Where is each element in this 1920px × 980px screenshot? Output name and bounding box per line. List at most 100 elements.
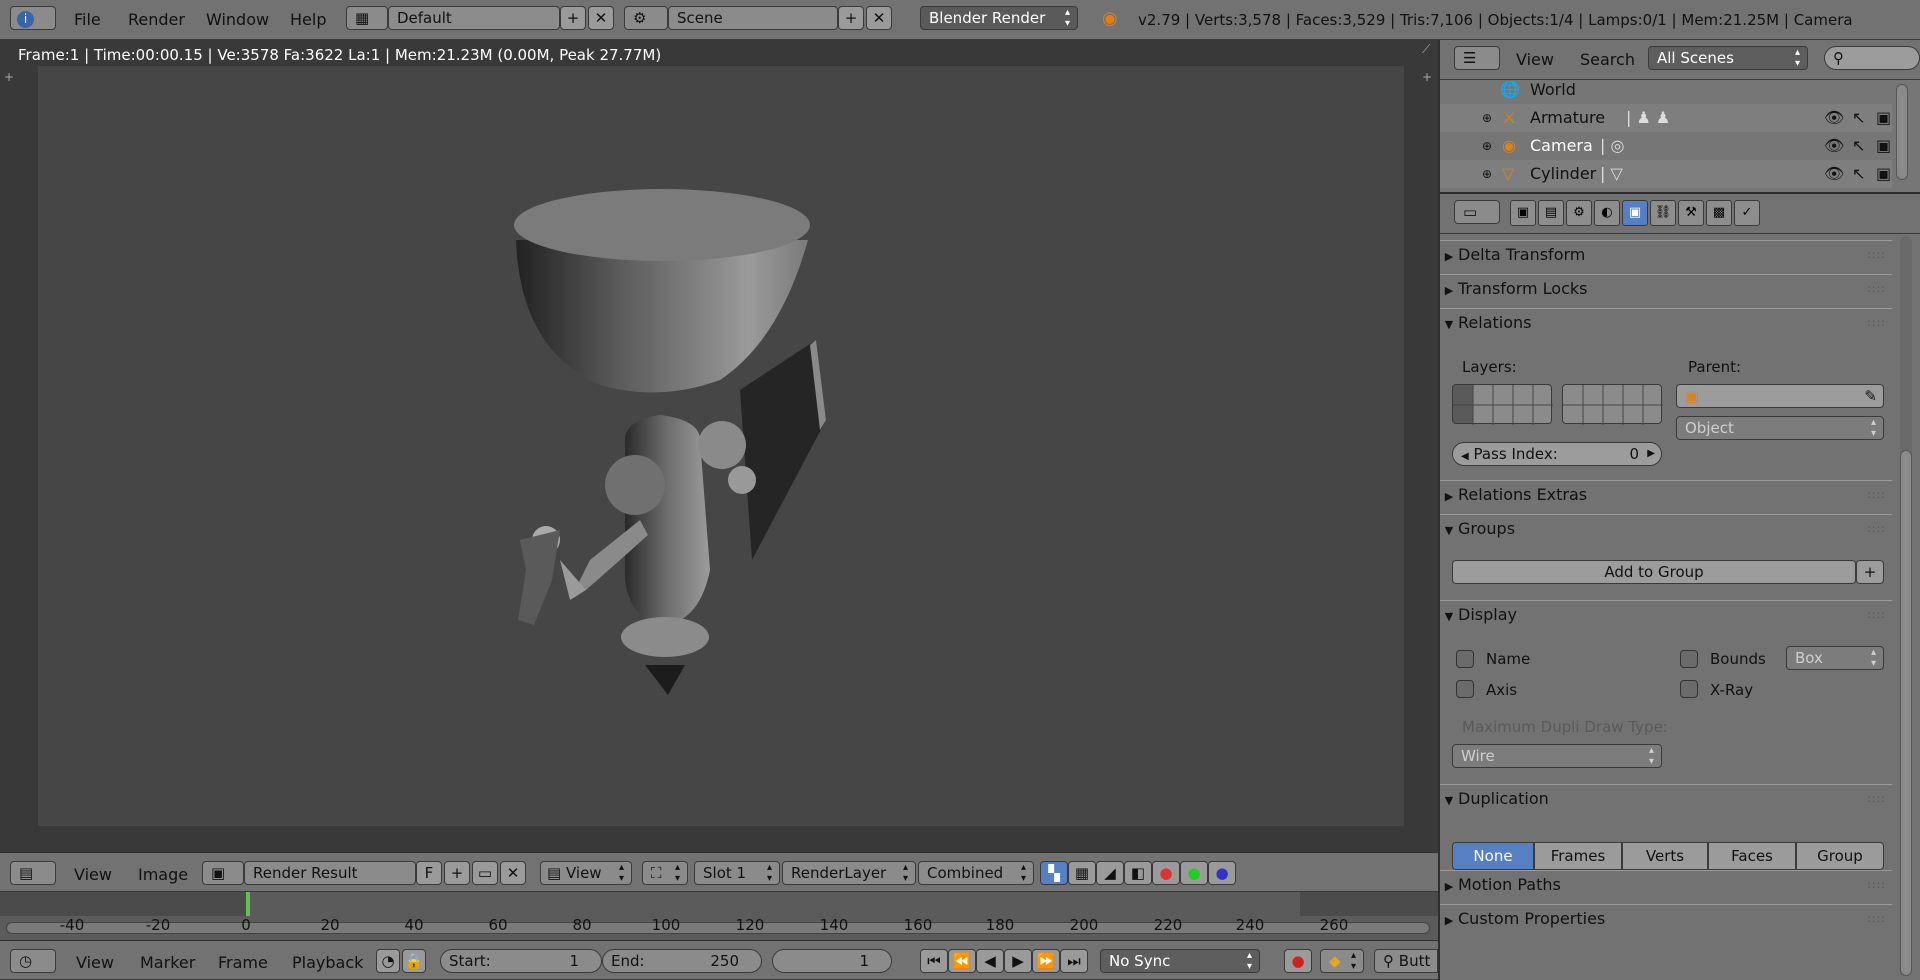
render-pass-select[interactable]: Combined (918, 861, 1034, 885)
image-name[interactable]: Render Result (244, 861, 416, 885)
cursor-icon[interactable]: ↖ (1852, 160, 1865, 188)
parent-type-select[interactable]: Object (1676, 416, 1884, 440)
camera-render-icon[interactable]: ▣ (1876, 104, 1891, 132)
expand-icon[interactable]: ⊕ (1482, 104, 1492, 132)
display-mode-select[interactable]: ⛶ (642, 861, 688, 885)
cursor-icon[interactable]: ↖ (1852, 104, 1865, 132)
slot-select[interactable]: Slot 1 (694, 861, 780, 885)
sync-mode-select[interactable]: No Sync (1100, 949, 1260, 973)
start-frame-field[interactable]: Start: 1 (440, 949, 602, 973)
add-scene-icon[interactable]: + (838, 6, 864, 30)
menu-file[interactable]: File (74, 10, 101, 29)
dupli-tab-group[interactable]: Group (1796, 842, 1884, 870)
bounds-checkbox[interactable] (1680, 650, 1698, 668)
add-screen-icon[interactable]: + (560, 6, 586, 30)
expand-icon[interactable]: ⊕ (1482, 160, 1492, 188)
camera-render-icon[interactable]: ▣ (1876, 160, 1891, 188)
current-frame-field[interactable]: 1 (772, 949, 892, 973)
open-image-icon[interactable]: ▭ (472, 861, 498, 885)
jump-end-icon[interactable]: ⏭ (1060, 949, 1088, 973)
eye-icon[interactable]: 👁 (1824, 160, 1844, 188)
current-frame-marker[interactable] (246, 892, 250, 916)
drag-handle-icon[interactable]: :::: (1867, 309, 1886, 337)
drag-handle-icon[interactable]: :::: (1867, 871, 1886, 899)
menu-help[interactable]: Help (290, 10, 326, 29)
region-plus-left-icon[interactable]: + (4, 70, 14, 84)
name-checkbox[interactable] (1456, 650, 1474, 668)
menu-window[interactable]: Window (206, 10, 269, 29)
texture-tab-icon[interactable]: ▩ (1706, 200, 1732, 226)
constraints-tab-icon[interactable]: ⛓ (1650, 200, 1676, 226)
menu-search[interactable]: Search (1580, 50, 1635, 69)
drag-handle-icon[interactable]: :::: (1867, 241, 1886, 269)
preview-range-icon[interactable]: ◔ (376, 949, 400, 973)
play-icon[interactable]: ▶ (1004, 949, 1032, 973)
keying-icon[interactable]: ◆ (1320, 949, 1364, 973)
jump-start-icon[interactable]: ⏮ (920, 949, 948, 973)
layers-grid-right[interactable] (1562, 384, 1663, 425)
overlay-icon[interactable]: ◧ (1124, 861, 1152, 885)
scene-browse[interactable]: ⚙ (624, 6, 668, 30)
screen-layout-name[interactable]: Default (388, 6, 560, 30)
outliner-item-camera[interactable]: ⊕ ◉ Camera | ◎ 👁 ↖ ▣ (1440, 132, 1892, 160)
cursor-icon[interactable]: ↖ (1852, 132, 1865, 160)
outliner-search-input[interactable]: ⚲ (1824, 46, 1920, 70)
editor-type-info[interactable]: i (10, 6, 56, 30)
menu-frame[interactable]: Frame (218, 953, 268, 972)
menu-view[interactable]: View (76, 953, 114, 972)
fake-user-button[interactable]: F (416, 861, 442, 885)
parent-field[interactable]: ▣ ✎ (1676, 384, 1884, 408)
menu-marker[interactable]: Marker (140, 953, 195, 972)
area-corner-icon[interactable]: ⟋ (1422, 42, 1430, 57)
panel-relations[interactable]: ▼ Relations:::: (1440, 308, 1892, 338)
editor-type-image[interactable]: ▤ (10, 861, 56, 885)
image-browse[interactable]: ▣ (202, 861, 244, 885)
timeline-scrollbar[interactable] (6, 922, 1430, 934)
menu-render[interactable]: Render (128, 10, 185, 29)
panel-motion-paths[interactable]: ▶ Motion Paths:::: (1440, 870, 1892, 900)
render-engine-select[interactable]: Blender Render (920, 6, 1078, 30)
panel-duplication[interactable]: ▼ Duplication:::: (1440, 784, 1892, 814)
layers-grid-left[interactable] (1452, 384, 1553, 425)
blue-channel-icon[interactable]: ● (1208, 861, 1236, 885)
lock-icon[interactable]: 🔒 (402, 949, 426, 973)
dupli-draw-type-select[interactable]: Wire (1452, 744, 1662, 768)
jump-keyframe-back-icon[interactable]: ⏪ (948, 949, 976, 973)
delete-scene-icon[interactable]: ✕ (866, 6, 892, 30)
menu-view[interactable]: View (1516, 50, 1554, 69)
image-viewport[interactable]: Frame:1 | Time:00:00.15 | Ve:3578 Fa:362… (0, 40, 1438, 852)
eye-icon[interactable]: 👁 (1824, 104, 1844, 132)
object-tab-icon[interactable]: ▣ (1622, 200, 1648, 226)
play-reverse-icon[interactable]: ◀ (976, 949, 1004, 973)
render-tab-icon[interactable]: ▣ (1510, 200, 1536, 226)
view-select[interactable]: ▤ View (540, 861, 632, 885)
drag-handle-icon[interactable]: :::: (1867, 601, 1886, 629)
panel-delta-transform[interactable]: ▶ Delta Transform:::: (1440, 240, 1892, 270)
bounds-type-select[interactable]: Box (1786, 646, 1884, 670)
editor-type-timeline[interactable]: ◷ (10, 949, 56, 973)
timeline-area[interactable] (0, 892, 1438, 940)
record-icon[interactable]: ● (1284, 949, 1312, 973)
jump-keyframe-forward-icon[interactable]: ⏩ (1032, 949, 1060, 973)
drag-handle-icon[interactable]: :::: (1867, 905, 1886, 933)
world-tab-icon[interactable]: ◐ (1594, 200, 1620, 226)
eye-icon[interactable]: 👁 (1824, 132, 1844, 160)
drag-handle-icon[interactable]: :::: (1867, 785, 1886, 813)
editor-type-outliner[interactable]: ☰ (1454, 46, 1500, 70)
expand-icon[interactable]: ⊕ (1482, 132, 1492, 160)
menu-playback[interactable]: Playback (292, 953, 363, 972)
new-image-icon[interactable]: + (444, 861, 470, 885)
outliner-item-cylinder[interactable]: ⊕ ▽ Cylinder | ▽ 👁 ↖ ▣ (1440, 160, 1892, 188)
axis-checkbox[interactable] (1456, 680, 1474, 698)
xray-checkbox[interactable] (1680, 680, 1698, 698)
area-divider[interactable] (1438, 40, 1440, 980)
region-plus-right-icon[interactable]: + (1422, 70, 1432, 84)
pass-index-arrow-left-icon[interactable]: ◀ (1461, 451, 1469, 462)
dupli-tab-verts[interactable]: Verts (1622, 842, 1708, 870)
outliner-scrollbar[interactable] (1896, 84, 1908, 180)
editor-type-properties[interactable]: ▭ (1454, 200, 1500, 224)
drag-handle-icon[interactable]: :::: (1867, 515, 1886, 543)
drag-handle-icon[interactable]: :::: (1867, 481, 1886, 509)
drag-handle-icon[interactable]: :::: (1867, 275, 1886, 303)
add-group-plus-icon[interactable]: + (1856, 560, 1884, 584)
